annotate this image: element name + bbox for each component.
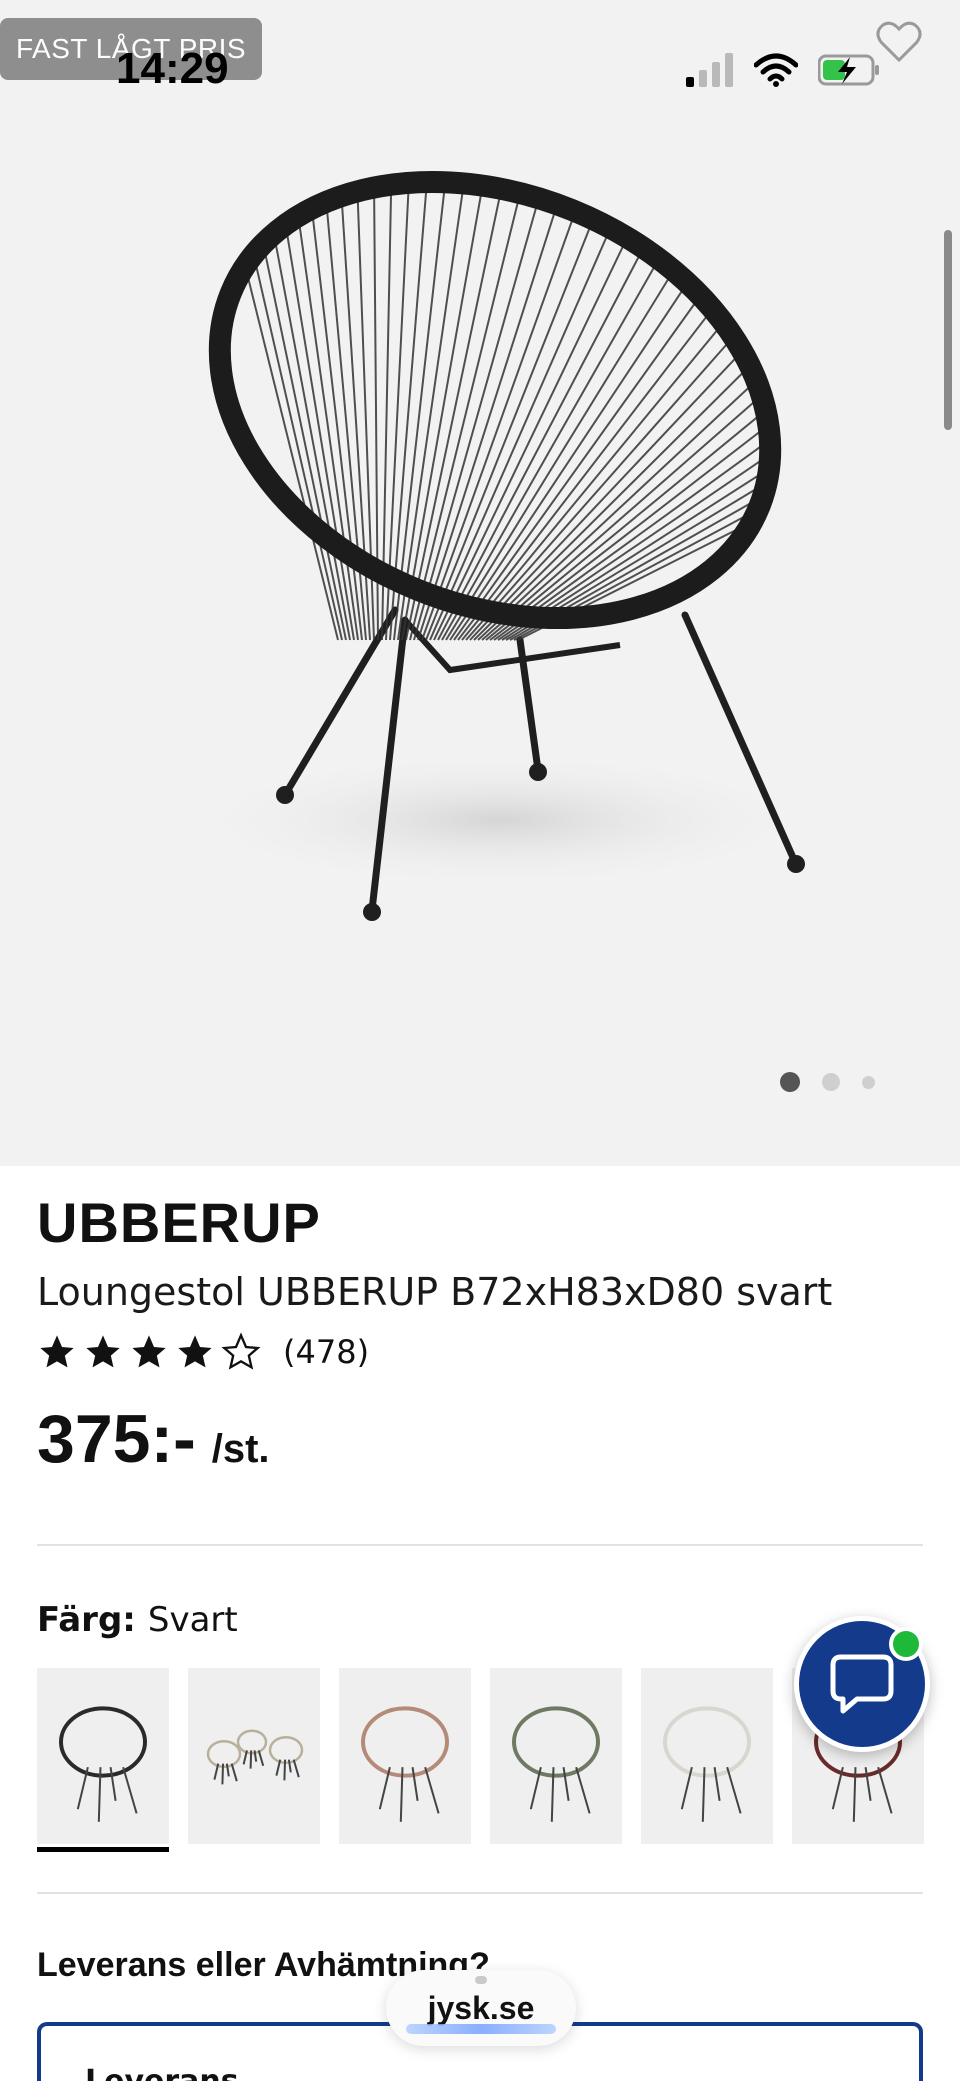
color-swatch-black[interactable] — [37, 1668, 169, 1852]
color-selector-label: Färg: Svart — [37, 1600, 238, 1640]
browser-url-bar[interactable]: jysk.se — [386, 1970, 576, 2046]
seat-string — [413, 197, 540, 641]
carousel-dot-2[interactable] — [822, 1073, 840, 1091]
seat-string — [262, 243, 347, 641]
chair-thumbnail — [663, 1706, 751, 1822]
price-amount: 375:- — [37, 1401, 196, 1477]
product-brand: UBBERUP — [37, 1191, 321, 1254]
seat-string — [252, 254, 343, 641]
color-swatches — [37, 1668, 924, 1852]
chat-bubble-icon — [830, 1654, 894, 1714]
seat-string — [401, 185, 484, 641]
product-image-carousel[interactable]: FAST LÅGT PRIS 14:29 — [0, 0, 960, 1166]
lock-icon — [475, 1976, 487, 1984]
url-text: jysk.se — [427, 1989, 535, 2026]
carousel-dot-3[interactable] — [862, 1075, 875, 1089]
review-count[interactable]: (478) — [283, 1333, 369, 1371]
chair-thumbnail — [361, 1706, 449, 1822]
chair-thumbnail — [59, 1706, 147, 1822]
star-filled-icon — [132, 1335, 166, 1368]
seat-string — [417, 204, 559, 641]
chat-button[interactable] — [794, 1616, 930, 1752]
product-name: Loungestol UBBERUP B72xH83xD80 svart — [37, 1270, 833, 1314]
carousel-dot-1[interactable] — [780, 1072, 800, 1092]
seat-string — [284, 224, 355, 641]
battery-charging-icon — [818, 54, 879, 86]
star-filled-icon — [86, 1335, 120, 1368]
loading-indicator — [406, 2024, 556, 2034]
color-swatch-white[interactable] — [641, 1668, 773, 1844]
seat-string — [473, 365, 751, 641]
scrollbar[interactable] — [944, 230, 952, 430]
color-label: Färg: — [37, 1600, 136, 1640]
divider — [37, 1544, 923, 1546]
seat-string — [421, 211, 577, 641]
status-icons — [686, 48, 880, 92]
heart-outline-icon[interactable] — [876, 20, 922, 64]
color-value: Svart — [147, 1600, 238, 1640]
status-time: 14:29 — [116, 44, 229, 93]
cellular-signal-icon — [686, 53, 733, 87]
chair-thumbnail — [206, 1729, 304, 1785]
online-indicator — [889, 1627, 923, 1661]
color-swatch-set[interactable] — [188, 1668, 320, 1844]
seat-string — [409, 192, 522, 641]
chair-thumbnail — [512, 1706, 600, 1822]
color-swatch-green[interactable] — [490, 1668, 622, 1844]
carousel-dots[interactable] — [780, 1072, 875, 1092]
product-price: 375:- /st. — [37, 1400, 270, 1478]
wifi-icon — [754, 53, 798, 87]
star-filled-icon — [40, 1335, 74, 1368]
product-image — [180, 170, 820, 921]
star-filled-icon — [178, 1335, 212, 1368]
color-swatch-rose[interactable] — [339, 1668, 471, 1844]
delivery-option-label: Leverans — [85, 2064, 239, 2081]
seat-string — [445, 270, 675, 641]
divider — [37, 1892, 923, 1894]
price-unit: /st. — [211, 1427, 270, 1471]
product-rating[interactable]: (478) — [37, 1332, 369, 1372]
star-outline-icon — [221, 1332, 261, 1370]
